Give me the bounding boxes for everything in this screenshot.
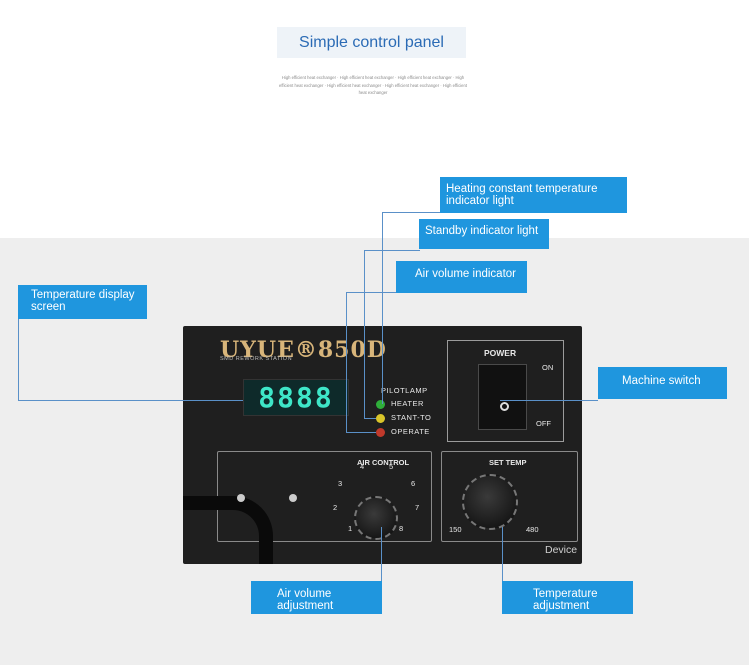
connector-line [18, 318, 19, 400]
connector-line [364, 418, 376, 419]
set-temp-label: SET TEMP [489, 458, 527, 467]
lamp-label: HEATER [391, 399, 424, 408]
connector-line [502, 527, 503, 581]
lamp-row-standby: STANT-TO [376, 413, 431, 423]
connector-line [18, 400, 243, 401]
connector-line [381, 527, 382, 581]
power-rocker-switch[interactable] [478, 364, 527, 430]
brand-subtitle: SMD REWORK STATION [220, 356, 293, 362]
air-scale-4: 4 [360, 462, 365, 471]
lamp-row-heater: HEATER [376, 399, 424, 409]
operate-lamp-icon [376, 427, 385, 437]
temperature-knob[interactable] [462, 474, 518, 530]
air-control-label: AIR CONTROL [357, 458, 410, 467]
connector-line [500, 400, 598, 401]
power-switch-panel: POWER ON OFF [447, 340, 564, 442]
connector-line [382, 212, 383, 404]
air-scale-6: 6 [411, 479, 416, 488]
connector-line [364, 250, 420, 251]
standby-lamp-icon [376, 413, 385, 423]
air-scale-7: 7 [415, 503, 420, 512]
air-scale-3: 3 [338, 479, 343, 488]
page-subtitle: High efficient heat exchanger · High eff… [278, 75, 467, 95]
callout-temp-adjust: Temperature adjustment [502, 581, 633, 614]
connector-line [346, 292, 396, 293]
callout-air-indicator: Air volume indicator [396, 261, 527, 293]
heater-lamp-icon [376, 399, 385, 409]
off-label: OFF [536, 419, 551, 428]
air-scale-5: 5 [389, 462, 394, 471]
power-mark-icon [500, 402, 509, 411]
air-scale-1: 1 [348, 524, 353, 533]
power-label: POWER [484, 348, 517, 358]
air-scale-8: 8 [399, 524, 404, 533]
callout-heating: Heating constant temperature indicator l… [440, 177, 627, 213]
callout-air-adjust: Air volume adjustment [251, 581, 382, 614]
temp-max-label: 480 [526, 525, 539, 534]
connector-line [346, 432, 376, 433]
air-control-knob[interactable] [354, 496, 398, 540]
callout-machine-switch: Machine switch [598, 367, 727, 399]
connector-line [346, 292, 347, 432]
screw-icon [237, 494, 245, 502]
lamp-label: STANT-TO [391, 413, 432, 422]
air-scale-2: 2 [333, 503, 338, 512]
callout-temp-display: Temperature display screen [18, 285, 147, 319]
lamp-row-operate: OPERATE [376, 427, 430, 437]
page-title: Simple control panel [277, 27, 466, 58]
device-caption: Device [545, 544, 578, 556]
on-label: ON [542, 363, 554, 372]
pilot-lamp-title: PILOTLAMP [381, 386, 428, 395]
screw-icon [289, 494, 297, 502]
temperature-display: 8888 [243, 379, 349, 416]
temp-min-label: 150 [449, 525, 462, 534]
lamp-label: OPERATE [391, 427, 430, 436]
connector-line [382, 212, 444, 213]
callout-standby: Standby indicator light [419, 219, 549, 249]
connector-line [364, 250, 365, 418]
air-hose [183, 496, 273, 564]
